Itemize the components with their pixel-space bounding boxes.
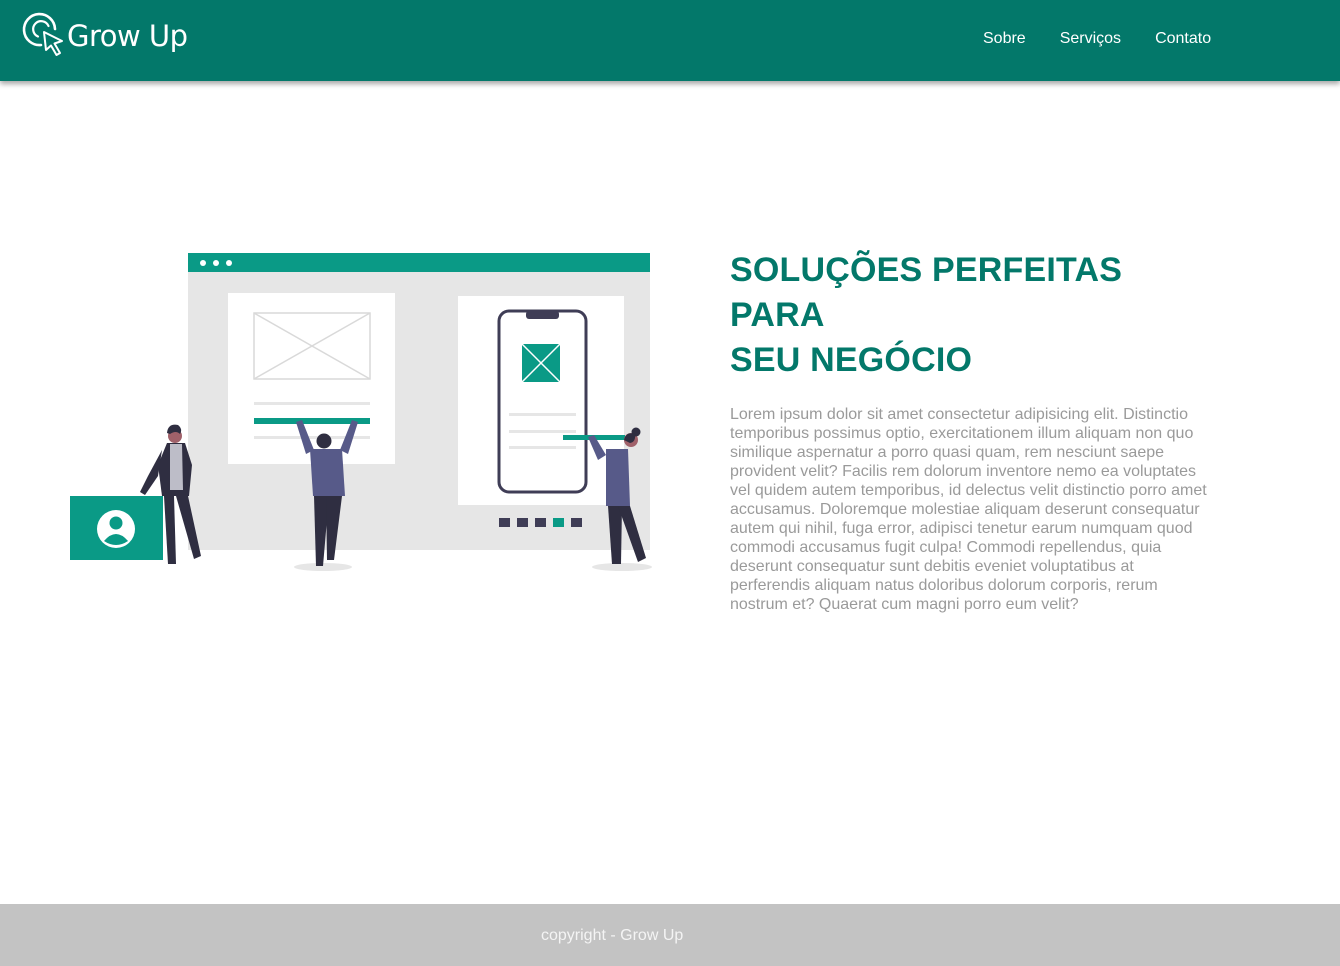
site-header: Grow Up Sobre Serviços Contato xyxy=(0,0,1340,81)
site-footer: copyright - Grow Up xyxy=(0,904,1340,966)
cursor-click-icon xyxy=(22,12,63,56)
hero-illustration xyxy=(70,253,652,571)
brand-name: Grow Up xyxy=(67,19,188,53)
hero-title: SOLUÇÕES PERFEITAS PARA SEU NEGÓCIO xyxy=(730,248,1210,383)
nav-link-sobre[interactable]: Sobre xyxy=(983,29,1026,49)
copyright-text: copyright - Grow Up xyxy=(541,927,684,944)
hero-title-line-1: SOLUÇÕES PERFEITAS PARA xyxy=(730,251,1123,334)
nav-link-contato[interactable]: Contato xyxy=(1155,29,1211,49)
main-nav: Sobre Serviços Contato xyxy=(983,29,1245,49)
hero-title-line-2: SEU NEGÓCIO xyxy=(730,341,973,379)
hero-description: Lorem ipsum dolor sit amet consectetur a… xyxy=(730,406,1207,613)
hero-text: SOLUÇÕES PERFEITAS PARA SEU NEGÓCIO Lore… xyxy=(730,248,1210,614)
logo-link[interactable]: Grow Up xyxy=(22,10,188,60)
nav-link-servicos[interactable]: Serviços xyxy=(1060,29,1121,49)
